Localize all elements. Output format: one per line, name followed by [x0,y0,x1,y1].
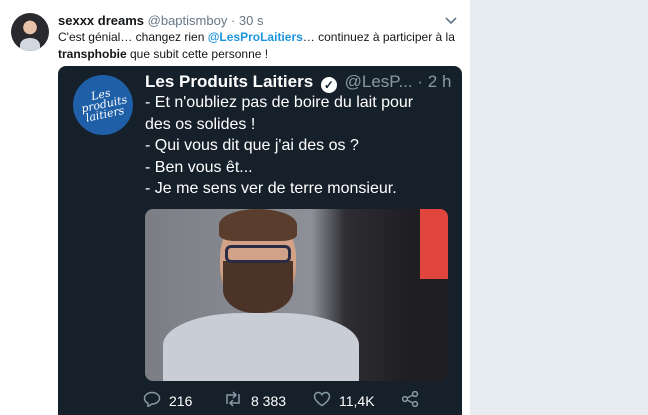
reply-button[interactable]: 216 [143,390,192,412]
separator-dot: · [230,13,236,28]
share-button[interactable] [401,390,427,412]
embed-line: - Ben vous êt... [145,158,253,176]
tweet-text-part3: que subit cette personne ! [126,47,269,61]
verified-badge-icon: ✓ [320,77,337,93]
person-body [163,313,359,381]
embed-line: - Qui vous dit que j'ai des os ? [145,137,359,154]
video-thumbnail[interactable] [145,209,448,381]
tweet-card[interactable]: sexxx dreams @baptismboy · 30 s C'est gé… [0,0,470,415]
embed-line: - Et n'oubliez pas de boire du lait pour [145,94,414,111]
embed-avatar: Les produits laitiers [73,75,133,135]
tweet-text-part1: C'est génial… changez rien [58,30,208,44]
embed-text: - Et n'oubliez pas de boire du lait pour… [145,92,460,200]
retweet-button[interactable]: 8 383 [223,390,286,412]
embed-line: des os solides ! [145,115,256,133]
person-beard [223,261,293,313]
action-bar: 216 8 383 11,4K [143,390,423,412]
tweet-text-part2: … continuez à participer à la [302,30,455,44]
embed-line: - Je me sens ver de terre monsieur. [145,180,397,197]
embed-header: Les Produits Laitiers ✓ @LesP... · 2 h [145,72,451,93]
retweet-count: 8 383 [251,393,287,409]
retweet-icon [223,390,243,412]
tweet-text: C'est génial… changez rien @LesProLaitie… [58,29,458,63]
tweet-text-bold: transphobie [58,47,127,61]
tweet-timestamp[interactable]: 30 s [239,13,264,28]
like-button[interactable]: 11,4K [313,390,375,412]
chevron-down-icon[interactable] [444,14,458,28]
display-name[interactable]: sexxx dreams [58,13,144,28]
heart-icon [313,390,331,412]
person-hair [219,209,297,241]
mention-link[interactable]: @LesProLaitiers [208,30,303,44]
user-avatar[interactable] [11,13,49,51]
reply-icon [143,390,161,412]
embed-separator: · [417,72,424,91]
embed-timestamp: 2 h [427,72,452,91]
embedded-screenshot[interactable]: Les produits laitiers Les Produits Laiti… [58,66,462,415]
embed-display-name: Les Produits Laitiers [145,72,314,91]
user-handle[interactable]: @baptismboy [148,13,228,28]
embed-handle: @LesP... [344,72,413,91]
share-icon [401,390,419,412]
embed-avatar-logo-text: Les produits laitiers [80,86,129,125]
like-count: 11,4K [339,393,375,409]
tweet-header: sexxx dreams @baptismboy · 30 s [58,13,264,28]
reply-count: 216 [169,393,193,409]
glasses [225,245,291,263]
